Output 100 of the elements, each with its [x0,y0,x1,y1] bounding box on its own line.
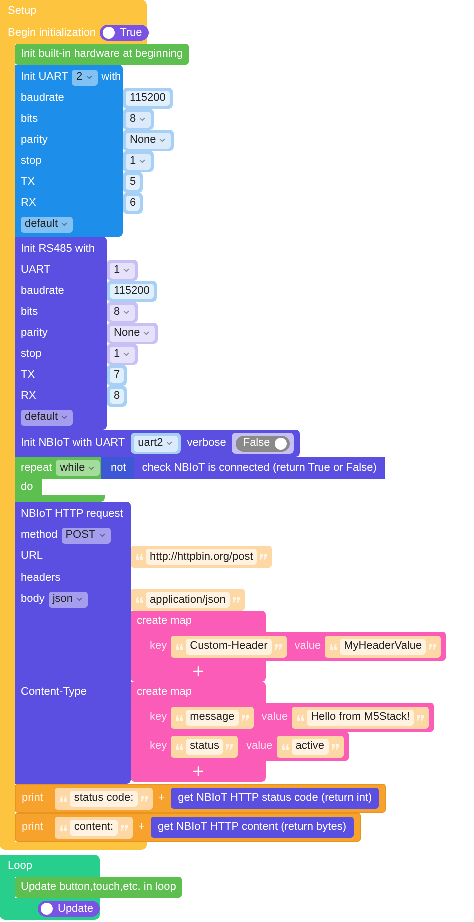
block-label: TX [21,370,36,381]
plus-icon [191,764,206,779]
switch-knob [41,903,53,915]
dropdown[interactable]: None [110,326,156,342]
dropdown[interactable]: while [56,460,100,476]
dropdown[interactable]: 8 [110,304,136,320]
dropdown[interactable]: uart2 [134,436,178,452]
number-field[interactable]: 8 [110,389,124,404]
close-quote-icon [429,644,438,650]
dropdown[interactable]: POST [62,528,111,544]
dropdown[interactable]: json [48,592,88,608]
block-label: stop [21,156,42,167]
toggle-switch[interactable]: True [100,25,150,41]
dropdown[interactable]: 8 [126,112,152,128]
plus-operator: + [158,793,166,804]
block-label: RX [21,198,36,209]
dropdown[interactable]: None [126,132,172,148]
value-label: value [246,741,273,752]
key-label: key [150,712,168,723]
block-label: NBIoT HTTP request [21,509,124,520]
plus-icon [191,664,206,679]
add-entry-button[interactable] [131,661,266,682]
value-label: value [262,712,288,723]
block-label: body [21,594,45,605]
open-quote-icon [175,644,184,650]
block-label: baudrate [21,286,64,297]
key-label: key [150,741,168,752]
close-quote-icon [232,597,241,603]
text-field[interactable]: Custom-Header [186,638,272,654]
block-label: URL [21,551,44,562]
dropdown[interactable]: 2 [72,70,98,86]
block-title: Setup [8,6,37,16]
block-label: TX [21,177,36,188]
block-label: verbose [187,438,226,449]
dropdown[interactable]: 1 [126,154,152,170]
text-field[interactable]: active [292,738,329,754]
open-quote-icon [135,597,143,603]
caret-icon [138,157,148,166]
open-quote-icon [59,796,68,802]
caret-icon [138,115,148,124]
map-block-header: create map [131,611,266,632]
text-field[interactable]: MyHeaderValue [340,638,426,654]
text-field[interactable]: status code: [70,790,138,806]
text-field[interactable]: http://httpbin.org/post [146,549,258,565]
number-field[interactable]: 5 [126,175,140,190]
caret-icon [75,595,84,604]
block-label: bits [21,114,38,125]
statement-block: Init built-in hardware at beginning [15,44,190,65]
block-label: headers [21,573,61,584]
open-quote-icon [59,824,68,830]
caret-icon [165,439,174,448]
block-label: bits [21,307,38,318]
key-label: key [150,641,168,652]
caret-icon [122,308,132,317]
close-quote-icon [417,714,426,720]
condition-block: check NBIoT is connected (return True or False) [134,457,385,479]
getter-block: get NBIoT HTTP status code (return int) [171,788,380,809]
open-quote-icon [329,644,338,650]
loop-block-header: Loop [0,855,100,877]
text-field[interactable]: status [186,738,224,754]
number-field[interactable]: 7 [110,368,124,383]
caret-icon [122,266,132,275]
text-field[interactable]: content: [70,820,118,836]
close-quote-icon [226,744,234,750]
block-label: baudrate [21,93,64,104]
statement-block: Update button,touch,etc. in loop [15,877,182,898]
dropdown[interactable]: default [21,216,74,232]
value-label: value [294,641,322,652]
block-label: repeat [21,462,52,474]
caret-icon [98,531,107,540]
text-field[interactable]: Hello from M5Stack! [307,710,414,726]
map-block-header: create map [131,682,266,703]
block-label: method [21,530,58,541]
block-label: with [102,72,122,83]
close-quote-icon [260,554,268,560]
block-label: not [111,462,126,474]
close-quote-icon [120,824,129,830]
repeat-block-body: do [15,479,42,495]
block-label: Init RS485 with [21,244,95,255]
text-field[interactable]: message [186,710,239,726]
dropdown[interactable]: 1 [110,346,136,362]
add-entry-button[interactable] [131,761,266,782]
block-label: print [22,822,44,833]
switch-knob [275,438,288,450]
close-quote-icon [242,714,250,720]
block-label: Content-Type [21,687,88,698]
getter-block: get NBIoT HTTP content (return bytes) [150,817,354,838]
close-quote-icon [332,744,340,750]
number-field[interactable]: 115200 [126,91,170,106]
dropdown[interactable]: default [21,410,74,426]
caret-icon [122,350,132,359]
plus-operator: + [138,822,145,833]
block-label: print [22,793,44,804]
open-quote-icon [296,714,304,720]
text-field[interactable]: application/json [146,592,230,608]
dropdown[interactable]: 1 [110,262,136,278]
toggle-switch[interactable]: Update [38,901,100,917]
number-field[interactable]: 6 [126,196,140,211]
block-label: Init NBIoT with UART [21,438,126,449]
number-field[interactable]: 115200 [110,284,154,299]
